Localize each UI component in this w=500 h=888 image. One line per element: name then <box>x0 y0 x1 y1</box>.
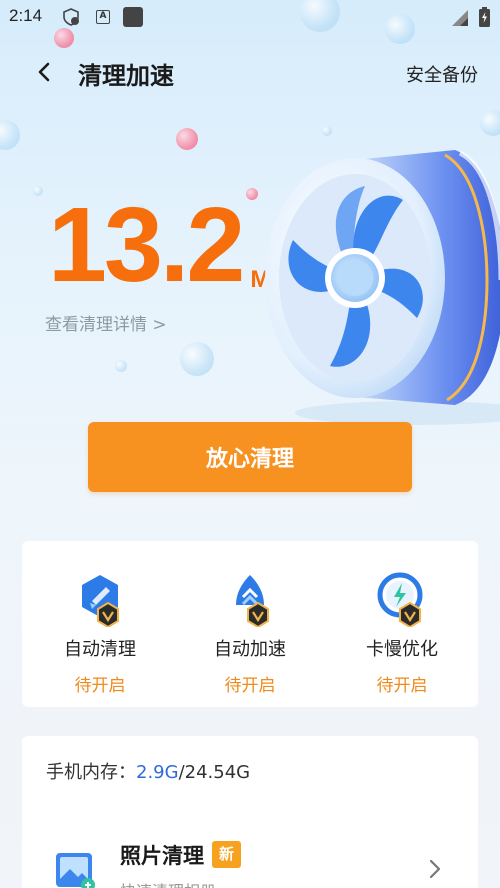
phone-memory-row: 手机内存：2.9G/24.54G <box>46 758 250 784</box>
bubble-decoration <box>0 120 20 150</box>
new-badge: 新 <box>212 841 241 868</box>
auto-clean-icon <box>82 575 119 629</box>
fan-icon <box>265 150 500 425</box>
memory-total: /24.54G <box>178 762 251 783</box>
feature-status: 待开启 <box>74 676 126 696</box>
junk-size-value: 13.2 <box>48 186 245 304</box>
feature-auto-speed[interactable]: 自动加速 待开启 <box>185 571 315 696</box>
shield-badge-icon <box>63 8 79 26</box>
feature-status: 待开启 <box>224 676 276 696</box>
photo-clean-subtitle: 快速清理相册 <box>120 878 216 888</box>
feature-lag-optimize[interactable]: 卡慢优化 待开启 <box>337 571 467 696</box>
a-letter-icon: A <box>96 10 110 24</box>
memory-card: 手机内存：2.9G/24.54G 照片清理 新 快速清理相册 <box>22 736 478 888</box>
status-bar: 2:14 A <box>0 0 500 36</box>
auto-speed-icon <box>236 575 269 629</box>
photo-clean-title[interactable]: 照片清理 <box>120 840 204 870</box>
feature-card: 自动清理 待开启 自动加速 待开启 卡慢优化 待开启 <box>22 541 478 707</box>
bubble-decoration <box>480 110 500 136</box>
feature-status: 待开启 <box>376 676 428 696</box>
battery-charging-icon <box>479 7 490 27</box>
lag-optimize-icon <box>377 572 423 629</box>
bubble-decoration <box>180 342 214 376</box>
square-app-icon <box>123 7 143 27</box>
status-time: 2:14 <box>9 6 43 25</box>
safe-backup-link[interactable]: 安全备份 <box>406 61 478 87</box>
memory-used: 2.9G <box>136 762 179 783</box>
feature-auto-clean[interactable]: 自动清理 待开启 <box>35 571 165 696</box>
photo-icon <box>56 853 95 888</box>
view-clean-details-link[interactable]: 查看清理详情 > <box>45 310 167 335</box>
clean-now-button[interactable]: 放心清理 <box>88 422 412 492</box>
chevron-right-icon[interactable] <box>426 857 444 881</box>
bubble-decoration <box>33 186 43 196</box>
junk-size-display: 13.2 M <box>48 188 270 298</box>
page-title: 清理加速 <box>78 62 174 90</box>
memory-label: 手机内存： <box>46 762 136 783</box>
signal-icon <box>452 10 468 26</box>
feature-label: 卡慢优化 <box>366 639 438 660</box>
feature-label: 自动加速 <box>214 639 286 660</box>
feature-label: 自动清理 <box>64 639 136 660</box>
back-button[interactable] <box>28 56 60 88</box>
bubble-decoration <box>115 360 127 372</box>
bubble-decoration <box>176 128 198 150</box>
